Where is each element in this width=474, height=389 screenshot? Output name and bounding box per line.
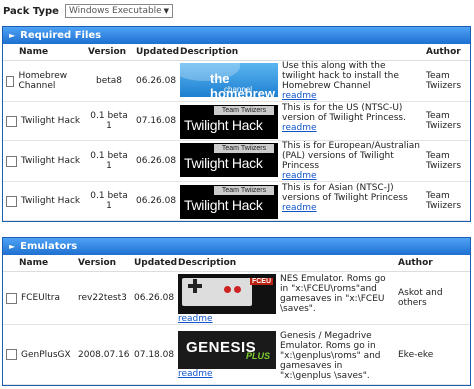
package-name: Twilight Hack bbox=[21, 196, 81, 206]
col-author: Author bbox=[423, 44, 470, 61]
col-version: Version bbox=[85, 44, 133, 61]
readme-link[interactable]: readme bbox=[282, 91, 317, 101]
readme-link[interactable]: readme bbox=[282, 123, 317, 133]
package-description: This is for the US (NTSC-U) version of T… bbox=[282, 103, 406, 123]
twilight-hack-logo: Team Twiizers Twilight Hack bbox=[180, 185, 278, 219]
readme-link[interactable]: readme bbox=[178, 369, 213, 379]
required-files-title: Required Files bbox=[20, 30, 102, 41]
package-description: This is for Asian (NTSC-J) versions of T… bbox=[282, 183, 408, 203]
emulators-title: Emulators bbox=[20, 241, 78, 252]
package-author: Team Twiizers bbox=[423, 60, 470, 102]
package-name: FCEUltra bbox=[21, 293, 60, 303]
readme-link[interactable]: readme bbox=[282, 203, 317, 213]
col-name: Name bbox=[3, 255, 75, 272]
package-author: Team Twiizers bbox=[423, 181, 470, 221]
emulators-header[interactable]: ► Emulators bbox=[3, 238, 470, 255]
package-description: This is for European/Australian (PAL) ve… bbox=[282, 141, 420, 171]
twilight-hack-logo: Team Twiizers Twilight Hack bbox=[180, 105, 278, 139]
table-row: Twilight Hack 0.1 beta 1 06.26.08 Team T… bbox=[3, 140, 470, 182]
pack-type-value: Windows Executable bbox=[68, 6, 162, 16]
package-description: Use this along with the twilight hack to… bbox=[282, 61, 399, 91]
package-version: beta8 bbox=[85, 60, 133, 102]
readme-link[interactable]: readme bbox=[178, 314, 213, 324]
table-row: Twilight Hack 0.1 beta 1 07.16.08 Team T… bbox=[3, 101, 470, 141]
col-description: Description bbox=[175, 255, 395, 272]
table-row: Homebrew Channel beta8 06.26.08 the home… bbox=[3, 60, 470, 102]
package-author: Team Twiizers bbox=[423, 101, 470, 141]
col-version: Version bbox=[75, 255, 131, 272]
package-version: 0.1 beta 1 bbox=[85, 140, 133, 182]
package-name: Twilight Hack bbox=[21, 116, 81, 126]
nes-controller-logo: FCEU bbox=[178, 274, 276, 314]
package-name: Homebrew Channel bbox=[18, 71, 68, 91]
select-checkbox[interactable] bbox=[6, 292, 17, 304]
emulators-table: Name Version Updated Description Author … bbox=[3, 255, 470, 385]
package-author: Eke-eke bbox=[395, 324, 470, 385]
chevron-down-icon: ▼ bbox=[163, 7, 169, 15]
col-updated: Updated bbox=[133, 44, 179, 61]
table-row: Twilight Hack 0.1 beta 1 06.26.08 Team T… bbox=[3, 181, 470, 221]
package-version: 0.1 beta 1 bbox=[85, 181, 133, 221]
homebrew-channel-logo: the homebrew channel bbox=[180, 63, 278, 97]
select-checkbox[interactable] bbox=[6, 349, 17, 360]
package-updated: 06.26.08 bbox=[133, 60, 177, 102]
select-checkbox[interactable] bbox=[6, 195, 17, 207]
package-description: Genesis / Megadrive Emulator. Roms go in… bbox=[280, 330, 381, 381]
pack-type-bar: Pack Type Windows Executable ▼ bbox=[3, 3, 173, 19]
package-version: 2008.07.16 bbox=[75, 324, 131, 385]
select-checkbox[interactable] bbox=[6, 115, 17, 127]
twilight-hack-logo: Team Twiizers Twilight Hack bbox=[180, 143, 278, 177]
genesis-plus-logo: GENESIS PLUS bbox=[178, 330, 276, 369]
table-header-row: Name Version Updated Description Author bbox=[3, 255, 470, 272]
package-updated: 06.26.08 bbox=[133, 181, 177, 221]
package-version: rev22test3 bbox=[75, 271, 131, 325]
table-header-row: Name Version Updated Description Author bbox=[3, 44, 470, 61]
required-files-table: Name Version Updated Description Author … bbox=[3, 44, 470, 221]
package-description: NES Emulator. Roms go in "x:\FCEU\roms"a… bbox=[280, 274, 386, 314]
select-checkbox[interactable] bbox=[6, 75, 15, 87]
package-updated: 06.26.08 bbox=[131, 271, 175, 325]
col-updated: Updated bbox=[131, 255, 177, 272]
table-row: GenPlusGX 2008.07.16 07.18.08 GENESIS PLU… bbox=[3, 324, 470, 385]
package-updated: 07.16.08 bbox=[133, 101, 177, 141]
package-author: Team Twiizers bbox=[423, 140, 470, 182]
col-description: Description bbox=[177, 44, 423, 61]
package-name: GenPlusGX bbox=[21, 349, 71, 360]
col-name: Name bbox=[3, 44, 85, 61]
package-author: Askot and others bbox=[395, 271, 470, 325]
required-files-section: ► Required Files Name Version Updated De… bbox=[2, 26, 471, 222]
package-name: Twilight Hack bbox=[21, 156, 81, 166]
emulators-section: ► Emulators Name Version Updated Descrip… bbox=[2, 237, 471, 386]
select-checkbox[interactable] bbox=[6, 155, 17, 167]
pack-type-select[interactable]: Windows Executable ▼ bbox=[64, 4, 173, 18]
col-author: Author bbox=[395, 255, 470, 272]
package-updated: 06.26.08 bbox=[133, 140, 177, 182]
table-row: FCEUltra rev22test3 06.26.08 FCEU readme… bbox=[3, 271, 470, 325]
readme-link[interactable]: readme bbox=[282, 171, 317, 181]
expand-arrow-icon: ► bbox=[9, 242, 16, 251]
required-files-header[interactable]: ► Required Files bbox=[3, 27, 470, 44]
expand-arrow-icon: ► bbox=[9, 31, 16, 40]
package-updated: 07.18.08 bbox=[131, 324, 175, 385]
package-version: 0.1 beta 1 bbox=[85, 101, 133, 141]
pack-type-label: Pack Type bbox=[3, 5, 59, 17]
